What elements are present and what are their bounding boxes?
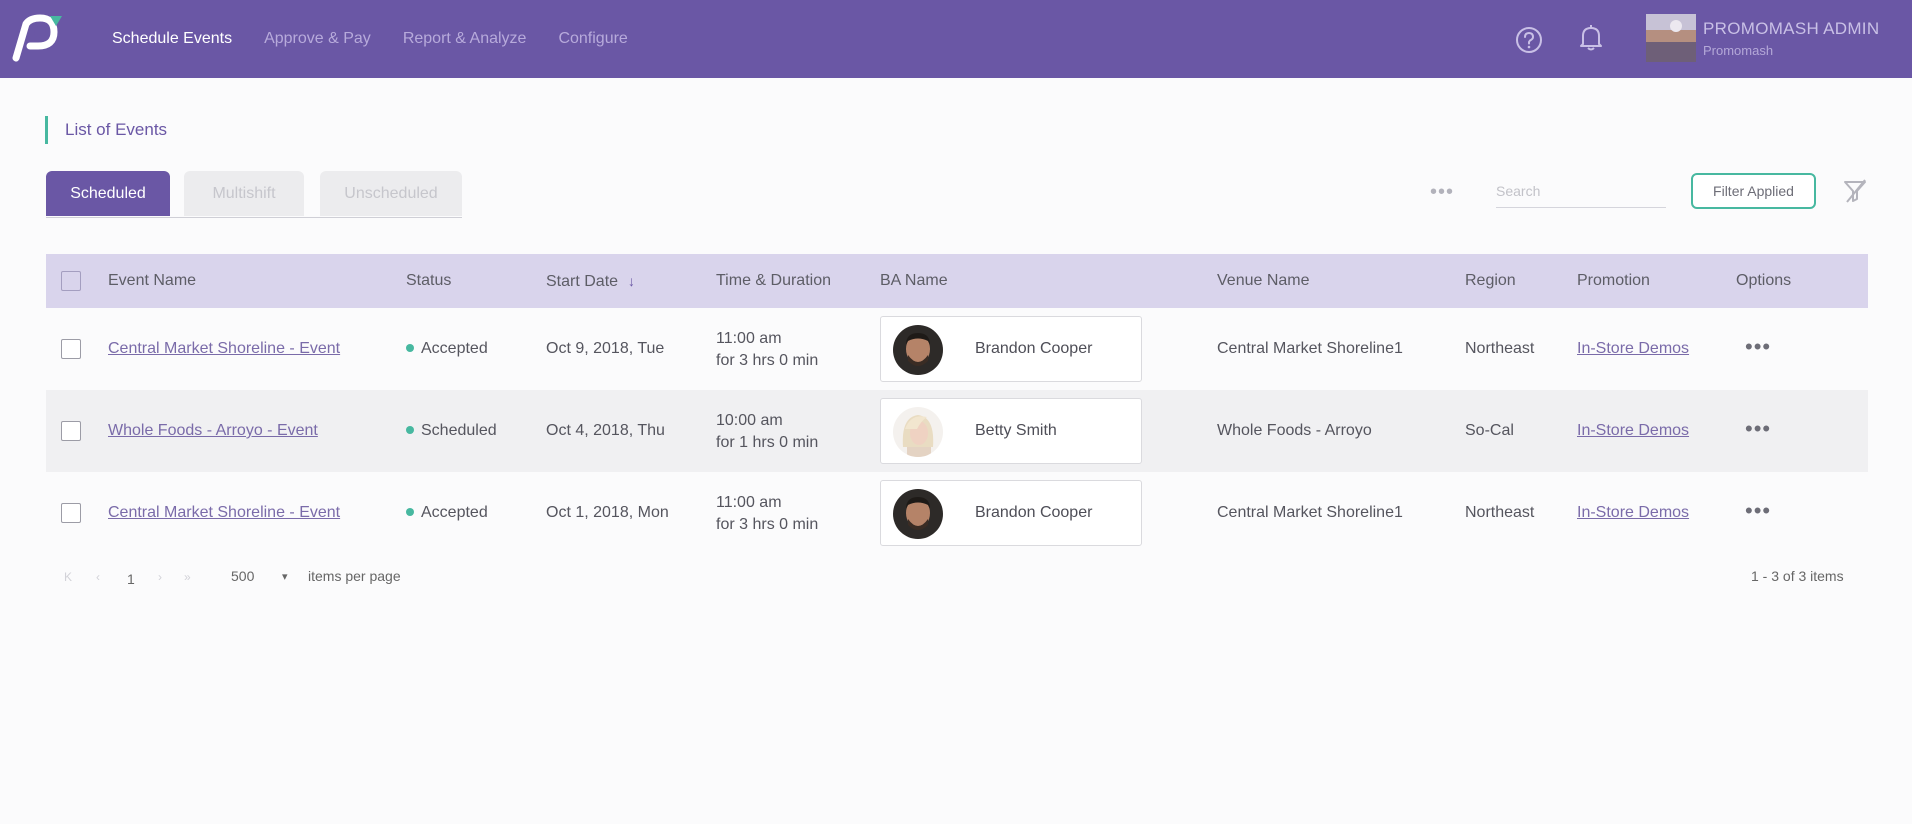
event-name-link[interactable]: Central Market Shoreline - Event [108,472,340,554]
time-duration: 11:00 am for 3 hrs 0 min [716,492,818,536]
start-time: 11:00 am [716,494,782,511]
status-dot-icon [406,507,414,516]
region: So-Cal [1465,422,1514,439]
clear-filter-icon[interactable] [1842,178,1868,204]
select-all-checkbox[interactable] [61,271,81,291]
last-page-button[interactable]: » [184,570,191,584]
main-nav: Schedule Events Approve & Pay Report & A… [112,0,660,78]
events-table-header: Event Name Status Start Date ↓ Time & Dur… [46,254,1868,308]
tab-scheduled[interactable]: Scheduled [46,171,170,216]
venue-name: Central Market Shoreline1 [1217,340,1403,357]
prev-page-button[interactable]: ‹ [96,570,100,584]
row-checkbox[interactable] [61,421,81,441]
ba-name: Brandon Cooper [975,340,1093,357]
promotion-link[interactable]: In-Store Demos [1577,472,1689,554]
row-checkbox[interactable] [61,339,81,359]
col-time-duration[interactable]: Time & Duration [716,254,831,308]
row-options-button[interactable]: ••• [1745,472,1771,550]
table-row: Central Market Shoreline - Event Accepte… [46,472,1868,554]
ba-avatar [893,489,943,539]
duration: for 1 hrs 0 min [716,434,819,451]
tab-unscheduled[interactable]: Unscheduled [320,171,462,216]
region: Northeast [1465,504,1535,521]
ba-card[interactable]: Brandon Cooper [880,316,1142,382]
more-actions-button[interactable]: ••• [1430,181,1454,204]
table-row: Whole Foods - Arroyo - Event Scheduled O… [46,390,1868,472]
nav-report-analyze[interactable]: Report & Analyze [403,30,527,48]
event-name-link[interactable]: Whole Foods - Arroyo - Event [108,390,318,472]
first-page-button[interactable]: K [64,570,72,584]
col-event-name[interactable]: Event Name [108,254,196,308]
col-ba-name[interactable]: BA Name [880,254,948,308]
help-icon[interactable] [1515,26,1543,54]
ba-name: Betty Smith [975,422,1057,439]
event-name-link[interactable]: Central Market Shoreline - Event [108,308,340,390]
col-venue-name[interactable]: Venue Name [1217,254,1310,308]
col-start-date-label: Start Date [546,273,619,290]
status-text: Accepted [421,340,488,357]
col-promotion[interactable]: Promotion [1577,254,1650,308]
items-per-page-label: items per page [308,568,401,584]
filter-applied-button[interactable]: Filter Applied [1691,173,1816,209]
duration: for 3 hrs 0 min [716,352,819,369]
top-navbar: Schedule Events Approve & Pay Report & A… [0,0,1912,78]
row-checkbox[interactable] [61,503,81,523]
col-region[interactable]: Region [1465,254,1516,308]
col-options: Options [1736,272,1792,289]
nav-configure[interactable]: Configure [558,30,627,48]
start-time: 10:00 am [716,412,783,429]
promotion-link[interactable]: In-Store Demos [1577,390,1689,472]
duration: for 3 hrs 0 min [716,516,819,533]
row-options-button[interactable]: ••• [1745,390,1771,468]
region: Northeast [1465,340,1535,357]
page-title: List of Events [45,116,167,144]
ba-name: Brandon Cooper [975,504,1093,521]
col-start-date[interactable]: Start Date ↓ [546,254,635,308]
start-date: Oct 1, 2018, Mon [546,504,669,521]
table-row: Central Market Shoreline - Event Accepte… [46,308,1868,390]
ba-avatar [893,325,943,375]
page-size-select[interactable]: 500 [231,568,254,584]
user-name[interactable]: PROMOMASH ADMIN [1703,19,1879,39]
row-options-button[interactable]: ••• [1745,308,1771,386]
ba-card[interactable]: Betty Smith [880,398,1142,464]
ba-card[interactable]: Brandon Cooper [880,480,1142,546]
nav-approve-pay[interactable]: Approve & Pay [264,30,371,48]
sort-desc-icon[interactable]: ↓ [628,273,635,289]
status-text: Scheduled [421,422,497,439]
event-tabs: Scheduled Multishift Unscheduled [46,171,462,218]
venue-name: Central Market Shoreline1 [1217,504,1403,521]
search-input[interactable] [1496,174,1666,208]
promomash-logo[interactable] [10,14,64,62]
pagination-range: 1 - 3 of 3 items [1751,568,1844,584]
status-cell: Accepted [406,308,488,390]
start-date: Oct 9, 2018, Tue [546,340,665,357]
status-dot-icon [406,425,414,434]
start-date: Oct 4, 2018, Thu [546,422,665,439]
bell-icon[interactable] [1578,24,1604,52]
status-cell: Scheduled [406,390,497,472]
user-org: Promomash [1703,43,1774,58]
status-text: Accepted [421,504,488,521]
venue-name: Whole Foods - Arroyo [1217,422,1372,439]
user-avatar[interactable] [1646,14,1696,62]
time-duration: 11:00 am for 3 hrs 0 min [716,328,818,372]
promotion-link[interactable]: In-Store Demos [1577,308,1689,390]
page-number[interactable]: 1 [127,571,135,587]
nav-schedule-events[interactable]: Schedule Events [112,30,232,48]
chevron-down-icon[interactable]: ▾ [282,570,288,583]
next-page-button[interactable]: › [158,570,162,584]
time-duration: 10:00 am for 1 hrs 0 min [716,410,818,454]
status-cell: Accepted [406,472,488,554]
col-status[interactable]: Status [406,254,451,308]
start-time: 11:00 am [716,330,782,347]
ba-avatar [893,407,943,457]
tab-multishift[interactable]: Multishift [184,171,304,216]
status-dot-icon [406,343,414,352]
